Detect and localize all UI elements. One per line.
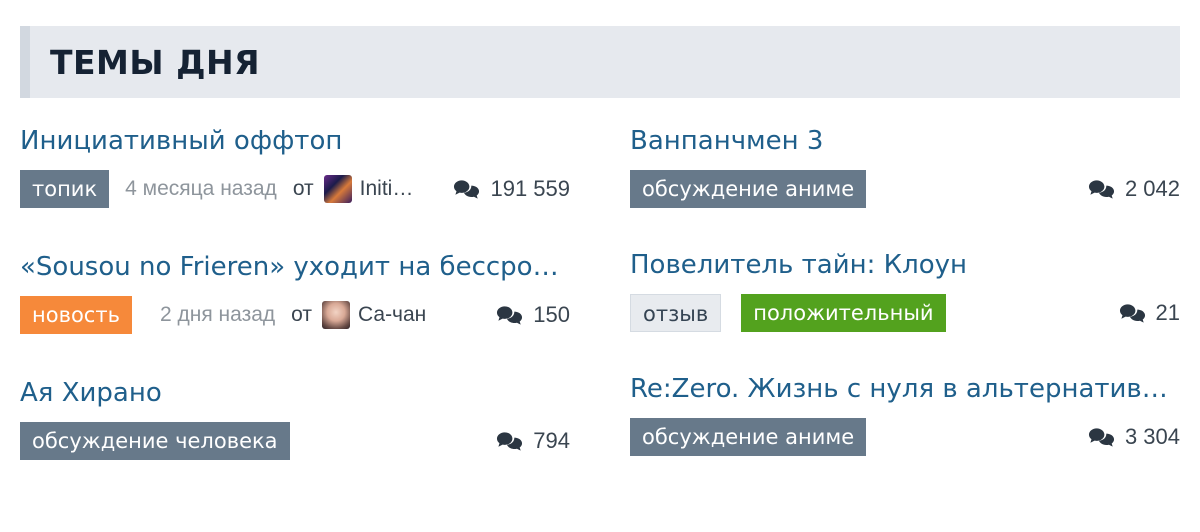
comments-icon: [497, 306, 523, 325]
comments-icon: [1088, 428, 1114, 447]
topic-badge[interactable]: обсуждение аниме: [630, 170, 867, 208]
topic-meta: обсуждение аниме 3 304: [630, 418, 1180, 456]
topic-badge[interactable]: новость: [20, 296, 132, 334]
comments-link[interactable]: 2 042: [1088, 176, 1180, 202]
topic-meta: новость 2 дня назад от Са-чан 150: [20, 296, 570, 334]
comments-link[interactable]: 150: [496, 302, 570, 328]
topic-item: Ая Хирано обсуждение человека 794: [20, 376, 570, 476]
topic-badge[interactable]: обсуждение человека: [20, 422, 290, 460]
topic-meta: отзыв положительный 21: [630, 294, 1180, 332]
topic-item: Ванпанчмен 3 обсуждение аниме 2 042: [630, 124, 1180, 224]
author-avatar[interactable]: [321, 301, 350, 329]
comments-link[interactable]: 3 304: [1088, 424, 1180, 450]
comments-icon: [1088, 180, 1114, 199]
topic-from-label: от: [291, 303, 312, 326]
comments-icon: [1119, 304, 1145, 323]
topic-title-link[interactable]: «Sousou no Frieren» уходит на бессро…: [20, 250, 570, 284]
comments-count: 3 304: [1124, 424, 1180, 449]
topic-item: Re:Zero. Жизнь с нуля в альтернатив… обс…: [630, 372, 1180, 472]
topic-badge[interactable]: обсуждение аниме: [630, 418, 867, 456]
comments-count: 21: [1155, 300, 1180, 325]
topic-badge-positive[interactable]: положительный: [741, 294, 946, 332]
comments-link[interactable]: 191 559: [453, 176, 570, 202]
comments-count: 794: [533, 428, 570, 453]
topic-meta: обсуждение аниме 2 042: [630, 170, 1180, 208]
section-header: ТЕМЫ ДНЯ: [20, 26, 1180, 98]
comments-link[interactable]: 21: [1119, 300, 1180, 326]
topic-item: Повелитель тайн: Клоун отзыв положительн…: [630, 248, 1180, 348]
topic-item: «Sousou no Frieren» уходит на бессро… но…: [20, 250, 570, 350]
comments-icon: [497, 432, 523, 451]
comments-count: 2 042: [1124, 176, 1180, 201]
topic-item: Инициативный оффтоп топик 4 месяца назад…: [20, 124, 570, 224]
author-avatar[interactable]: [323, 175, 352, 203]
comments-link[interactable]: 794: [496, 428, 570, 454]
topic-time: 2 дня назад: [159, 303, 276, 326]
comments-count: 191 559: [490, 176, 570, 201]
topic-badge[interactable]: отзыв: [630, 294, 722, 332]
topic-title-link[interactable]: Re:Zero. Жизнь с нуля в альтернатив…: [630, 372, 1180, 406]
topic-badge[interactable]: топик: [20, 170, 110, 208]
topic-title-link[interactable]: Инициативный оффтоп: [20, 124, 570, 158]
topic-meta: топик 4 месяца назад от Initi… 191 559: [20, 170, 570, 208]
comments-count: 150: [533, 302, 570, 327]
topic-meta: обсуждение человека 794: [20, 422, 570, 460]
author-name[interactable]: Initi…: [360, 177, 414, 201]
topic-time: 4 месяца назад: [125, 177, 277, 200]
comments-icon: [454, 180, 480, 199]
section-title: ТЕМЫ ДНЯ: [50, 43, 260, 82]
topic-title-link[interactable]: Ванпанчмен 3: [630, 124, 1180, 158]
topic-from-label: от: [292, 177, 314, 200]
topic-title-link[interactable]: Повелитель тайн: Клоун: [630, 248, 1180, 282]
author-name[interactable]: Са-чан: [358, 303, 426, 327]
topic-title-link[interactable]: Ая Хирано: [20, 376, 570, 410]
